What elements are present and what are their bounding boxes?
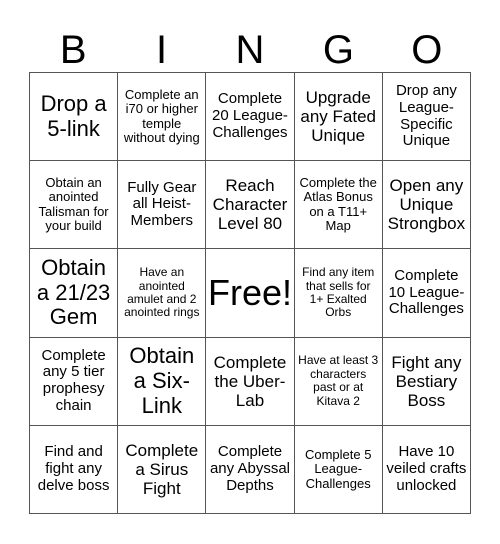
cell-text: Complete the Uber-Lab	[213, 352, 287, 410]
free-space-text: Free!	[207, 271, 293, 313]
bingo-cell-r5-c2[interactable]: Complete a Sirus Fight	[118, 425, 207, 514]
bingo-cell-free[interactable]: Free!	[206, 249, 295, 338]
bingo-cell-r3-c5[interactable]: Complete 10 League-Challenges	[382, 249, 471, 338]
cell-text: Upgrade any Fated Unique	[300, 88, 376, 146]
bingo-cell-r5-c4[interactable]: Complete 5 League-Challenges	[294, 425, 383, 514]
bingo-cell-r1-c1[interactable]: Drop a 5-link	[30, 73, 119, 162]
header-letter-o: O	[411, 28, 443, 72]
cell-text: Complete the Atlas Bonus on a T11+ Map	[299, 174, 377, 234]
bingo-cell-r3-c1[interactable]: Obtain a 21/23 Gem	[30, 249, 119, 338]
cell-text: Complete 10 League-Challenges	[388, 266, 465, 318]
cell-text: Drop any League-Specific Unique	[395, 82, 457, 150]
bingo-cell-r2-c5[interactable]: Open any Unique Strongbox	[382, 161, 471, 250]
bingo-cell-r3-c4[interactable]: Find any item that sells for 1+ Exalted …	[294, 249, 383, 338]
cell-text: Have an anointed amulet and 2 anointed r…	[124, 265, 200, 320]
cell-text: Fully Gear all Heist-Members	[127, 178, 197, 230]
cell-text: Complete any Abyssal Depths	[209, 443, 291, 494]
bingo-header: B I N G O	[29, 28, 471, 72]
bingo-cell-r1-c5[interactable]: Drop any League-Specific Unique	[382, 73, 471, 162]
bingo-cell-r5-c5[interactable]: Have 10 veiled crafts unlocked	[382, 425, 471, 514]
bingo-cell-r4-c4[interactable]: Have at least 3 characters past or at Ki…	[294, 337, 383, 426]
bingo-cell-r4-c5[interactable]: Fight any Bestiary Boss	[382, 337, 471, 426]
bingo-cell-r2-c2[interactable]: Fully Gear all Heist-Members	[118, 161, 207, 250]
bingo-cell-r4-c1[interactable]: Complete any 5 tier prophesy chain	[30, 337, 119, 426]
cell-text: Fight any Bestiary Boss	[391, 352, 462, 410]
cell-text: Have 10 veiled crafts unlocked	[386, 443, 467, 494]
header-letter-g: G	[322, 28, 354, 72]
bingo-cell-r2-c3[interactable]: Reach Character Level 80	[206, 161, 295, 250]
cell-text: Find any item that sells for 1+ Exalted …	[302, 265, 375, 320]
cell-text: Complete an i70 or higher temple without…	[123, 86, 200, 146]
cell-text: Complete 20 League-Challenges	[212, 90, 288, 141]
cell-text: Complete a Sirus Fight	[125, 440, 199, 498]
cell-text: Open any Unique Strongbox	[387, 176, 466, 234]
cell-text: Reach Character Level 80	[212, 176, 288, 234]
bingo-cell-r5-c1[interactable]: Find and fight any delve boss	[30, 425, 119, 514]
bingo-cell-r1-c3[interactable]: Complete 20 League-Challenges	[206, 73, 295, 162]
bingo-cell-r4-c3[interactable]: Complete the Uber-Lab	[206, 337, 295, 426]
bingo-cell-r1-c4[interactable]: Upgrade any Fated Unique	[294, 73, 383, 162]
bingo-cell-r1-c2[interactable]: Complete an i70 or higher temple without…	[118, 73, 207, 162]
header-letter-i: I	[156, 28, 168, 72]
bingo-board: Drop a 5-link Complete an i70 or higher …	[29, 72, 471, 514]
bingo-cell-r2-c4[interactable]: Complete the Atlas Bonus on a T11+ Map	[294, 161, 383, 250]
cell-text: Drop a 5-link	[40, 90, 107, 141]
cell-text: Obtain an anointed Talisman for your bui…	[38, 174, 109, 234]
bingo-cell-r4-c2[interactable]: Obtain a Six-Link	[118, 337, 207, 426]
bingo-cell-r2-c1[interactable]: Obtain an anointed Talisman for your bui…	[30, 161, 119, 250]
bingo-cell-r3-c2[interactable]: Have an anointed amulet and 2 anointed r…	[118, 249, 207, 338]
header-letter-n: N	[235, 28, 265, 72]
cell-text: Find and fight any delve boss	[37, 443, 110, 494]
cell-text: Complete any 5 tier prophesy chain	[41, 346, 106, 414]
cell-text: Obtain a 21/23 Gem	[36, 255, 111, 330]
cell-text: Complete 5 League-Challenges	[304, 446, 372, 491]
cell-text: Have at least 3 characters past or at Ki…	[298, 353, 379, 408]
bingo-cell-r5-c3[interactable]: Complete any Abyssal Depths	[206, 425, 295, 514]
header-letter-b: B	[59, 28, 87, 72]
cell-text: Obtain a Six-Link	[129, 343, 195, 418]
